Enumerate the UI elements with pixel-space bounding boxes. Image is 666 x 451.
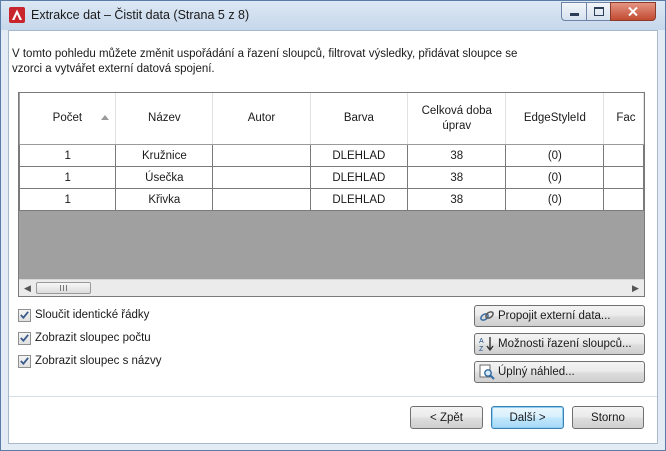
table-cell[interactable] [212,166,311,189]
dialog-window: Extrakce dat – Čistit data (Strana 5 z 8… [0,0,666,451]
table-cell[interactable]: DLEHLAD [309,188,409,211]
show-name-column-checkbox[interactable] [18,354,31,368]
full-preview-label: Úplný náhled... [498,366,575,378]
maximize-icon [593,7,604,16]
table-cell[interactable]: 38 [407,166,507,189]
next-button[interactable]: Další > [491,406,564,429]
table-row[interactable]: 1 Kružnice DLEHLAD 38 (0) [19,144,644,167]
table-cell[interactable]: Křivka [115,188,214,211]
table-row[interactable]: 1 Úsečka DLEHLAD 38 (0) [19,166,644,189]
next-label: Další > [509,411,546,424]
minimize-button[interactable] [561,2,587,21]
table-cell[interactable]: 1 [19,188,117,211]
table-cell[interactable] [603,188,644,211]
show-name-column-label: Zobrazit sloupec s názvy [35,355,162,367]
show-count-column-label: Zobrazit sloupec počtu [35,332,151,344]
show-count-column-option[interactable]: Zobrazit sloupec počtu [18,330,151,346]
column-header-fac[interactable]: Fac [603,93,644,145]
combine-identical-rows-option[interactable]: Sloučit identické řádky [18,307,149,323]
autocad-app-icon[interactable] [9,7,25,23]
footer-separator [9,396,657,397]
data-grid[interactable]: Počet Název Autor Barva Celková doba úpr… [18,92,645,297]
close-icon [628,7,638,16]
table-row[interactable]: 1 Křivka DLEHLAD 38 (0) [19,188,644,211]
column-header-edge-style-id[interactable]: EdgeStyleId [505,93,605,145]
checkmark-icon [20,357,29,365]
sort-az-icon: A Z [479,336,495,352]
combine-identical-rows-label: Sloučit identické řádky [35,309,150,321]
table-cell[interactable]: DLEHLAD [309,166,409,189]
column-sort-options-button[interactable]: A Z Možnosti řazení sloupců... [474,333,645,355]
table-cell[interactable] [603,144,644,167]
instructions-text: V tomto pohledu můžete změnit uspořádání… [12,48,518,75]
minimize-icon [569,13,579,16]
svg-text:Z: Z [479,346,484,352]
grip-icon [59,285,68,291]
scroll-left-arrow-icon[interactable]: ◀ [19,280,36,296]
chain-link-icon [479,308,495,324]
back-label: < Zpět [430,411,463,424]
column-header-author[interactable]: Autor [212,93,311,145]
title-bar[interactable]: Extrakce dat – Čistit data (Strana 5 z 8… [1,1,665,30]
table-cell[interactable]: 1 [19,144,117,167]
show-name-column-option[interactable]: Zobrazit sloupec s názvy [18,353,162,369]
column-header-count[interactable]: Počet [19,93,117,145]
maximize-button[interactable] [586,2,611,21]
combine-identical-rows-checkbox[interactable] [18,308,31,322]
checkmark-icon [20,334,29,342]
column-header-name[interactable]: Název [115,93,214,145]
column-header-color[interactable]: Barva [310,93,409,145]
preview-magnifier-icon [479,364,495,380]
table-cell[interactable] [212,188,311,211]
table-cell[interactable] [212,144,311,167]
cancel-label: Storno [591,411,625,424]
table-cell[interactable]: (0) [505,188,605,211]
table-cell[interactable]: Kružnice [115,144,214,167]
close-button[interactable] [610,2,656,21]
back-button[interactable]: < Zpět [410,406,483,429]
table-cell[interactable]: DLEHLAD [309,144,409,167]
table-cell[interactable]: 38 [407,144,507,167]
full-preview-button[interactable]: Úplný náhled... [474,361,645,383]
scrollbar-thumb[interactable] [36,282,91,294]
table-cell[interactable] [603,166,644,189]
link-external-data-label: Propojit externí data... [498,310,611,322]
svg-text:A: A [479,338,484,345]
table-cell[interactable]: Úsečka [115,166,214,189]
table-cell[interactable]: 1 [19,166,117,189]
show-count-column-checkbox[interactable] [18,331,31,345]
data-table: Počet Název Autor Barva Celková doba úpr… [19,93,644,211]
table-cell[interactable]: 38 [407,188,507,211]
table-cell[interactable]: (0) [505,166,605,189]
checkmark-icon [20,311,29,319]
table-cell[interactable]: (0) [505,144,605,167]
sort-ascending-icon [101,115,110,120]
column-sort-options-label: Možnosti řazení sloupců... [498,338,632,350]
scroll-right-arrow-icon[interactable]: ▶ [627,280,644,296]
column-header-total-edit-time[interactable]: Celková doba úprav [407,93,507,145]
window-title: Extrakce dat – Čistit data (Strana 5 z 8… [31,8,250,22]
cancel-button[interactable]: Storno [572,406,644,429]
link-external-data-button[interactable]: Propojit externí data... [474,305,645,327]
horizontal-scrollbar[interactable]: ◀ ▶ [19,279,644,296]
